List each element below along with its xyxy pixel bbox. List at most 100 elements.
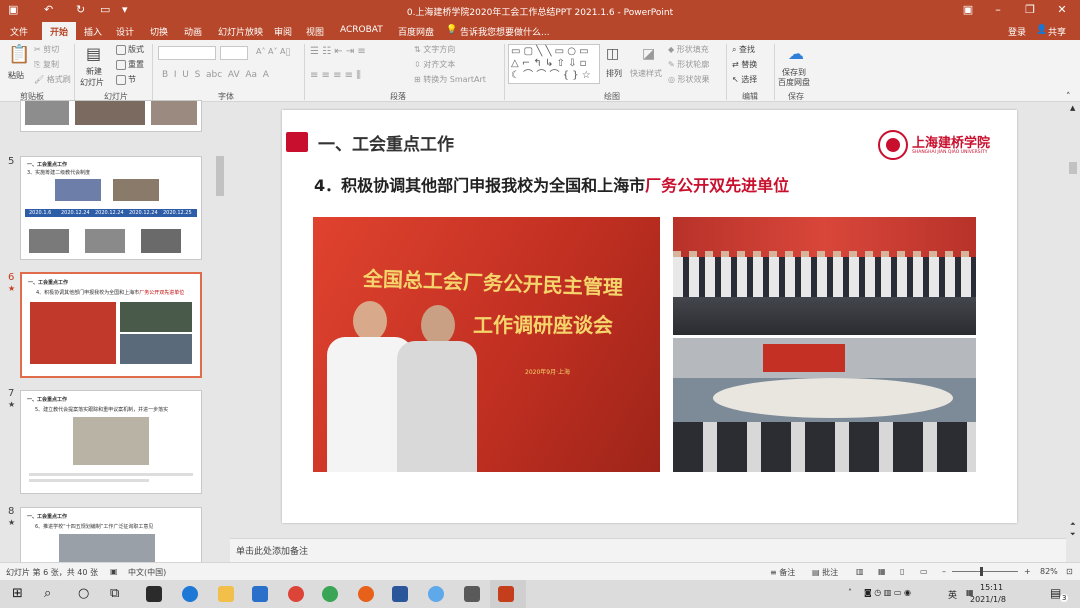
zoom-out-icon[interactable]: –: [942, 567, 946, 576]
baidu-cloud-icon[interactable]: ☁: [788, 44, 804, 63]
font-size-select[interactable]: [220, 46, 248, 60]
mail-icon[interactable]: [252, 586, 268, 602]
windows-start-icon[interactable]: ⊞: [12, 586, 23, 601]
arrange-button[interactable]: 排列: [606, 68, 622, 79]
next-slide-icon[interactable]: ⏷: [1070, 530, 1076, 539]
ime-indicator[interactable]: 英: [948, 588, 957, 601]
copy-button[interactable]: ⎘ 复制: [34, 59, 59, 70]
shapes-gallery[interactable]: ▭ ▢ ╲ ╲ ▭ ○ ▭ △ ⌐ ↰ ↳ ⇧ ⇩ ▫ ☾ ⌒ ⌒ ⌒ { } ☆: [508, 44, 600, 84]
prev-slide-icon[interactable]: ⏶: [1070, 520, 1076, 529]
slide-thumbnail-5[interactable]: 一、工会重点工作 3、实施筹建二级教代会制度 2020.1.6 2020.12.…: [20, 156, 202, 260]
slide-scrollbar[interactable]: ▲ ⏶ ⏷: [1066, 102, 1080, 562]
zoom-level[interactable]: 82%: [1040, 567, 1058, 576]
paste-button[interactable]: 粘贴: [8, 70, 24, 81]
slide-heading[interactable]: 一、工会重点工作: [318, 130, 454, 155]
tab-view[interactable]: 视图: [306, 25, 324, 38]
app-icon[interactable]: [358, 586, 374, 602]
section-button[interactable]: 节: [116, 74, 136, 85]
scrollbar-thumb[interactable]: [216, 156, 224, 196]
shape-outline-button[interactable]: ✎ 形状轮廓: [668, 59, 709, 70]
replace-button[interactable]: ⇄ 替换: [732, 59, 757, 70]
tray-chevron-icon[interactable]: ˄: [848, 588, 852, 597]
tab-file[interactable]: 文件: [10, 25, 28, 38]
powerpoint-icon[interactable]: [498, 586, 514, 602]
text-direction-button[interactable]: ⇅ 文字方向: [414, 44, 455, 55]
align-text-button[interactable]: ⇳ 对齐文本: [414, 59, 455, 70]
slide-subtitle[interactable]: 4．积极协调其他部门申报我校为全国和上海市厂务公开双先进单位: [314, 172, 789, 196]
slide-thumbnail-4[interactable]: [20, 100, 202, 132]
reading-view-icon[interactable]: ▯: [900, 567, 904, 576]
grow-font-icon[interactable]: A˄ A˅ A⃠: [256, 47, 290, 56]
font-format-buttons[interactable]: B I U S abc AV Aa A: [162, 70, 269, 80]
collapse-ribbon-icon[interactable]: ˄: [1066, 92, 1071, 102]
shape-effects-button[interactable]: ◎ 形状效果: [668, 74, 710, 85]
new-slide-icon[interactable]: ▤: [86, 44, 101, 63]
thumbnail-scrollbar[interactable]: [214, 102, 226, 562]
browser-icon[interactable]: [322, 586, 338, 602]
cut-button[interactable]: ✂ 剪切: [34, 44, 59, 55]
app-icon[interactable]: [464, 586, 480, 602]
tray-icons[interactable]: ◙ ◷ ▥ ▭ ◉: [864, 588, 911, 597]
close-icon[interactable]: ✕: [1050, 3, 1074, 16]
shape-fill-button[interactable]: ◆ 形状填充: [668, 44, 709, 55]
notes-toggle[interactable]: ≡ 备注: [770, 567, 795, 578]
select-button[interactable]: ↖ 选择: [732, 74, 757, 85]
format-painter-button[interactable]: 🖌 格式刷: [34, 74, 71, 85]
font-name-select[interactable]: [158, 46, 216, 60]
list-buttons[interactable]: ☰ ☷ ⇤ ⇥ ≡: [310, 46, 366, 57]
baidu-netdisk-icon[interactable]: [428, 586, 444, 602]
meeting-photo-left[interactable]: 全国总工会厂务公开民主管理 工作调研座谈会 2020年9月·上海: [313, 217, 660, 472]
minimize-icon[interactable]: –: [986, 3, 1010, 16]
share-button[interactable]: 共享: [1048, 25, 1066, 38]
zoom-slider-handle[interactable]: [980, 567, 983, 576]
zoom-in-icon[interactable]: +: [1024, 567, 1031, 576]
current-slide[interactable]: 一、工会重点工作 上海建桥学院 SHANGHAI JIAN QIAO UNIVE…: [282, 110, 1017, 523]
spellcheck-icon[interactable]: ▣: [110, 567, 118, 576]
group-photo[interactable]: [673, 217, 976, 335]
cortana-icon[interactable]: ○: [78, 586, 89, 601]
search-icon[interactable]: ⌕: [44, 586, 51, 601]
tab-transitions[interactable]: 切换: [150, 25, 168, 38]
tab-baidu[interactable]: 百度网盘: [398, 25, 434, 38]
tab-insert[interactable]: 插入: [84, 25, 102, 38]
chrome-icon[interactable]: [288, 586, 304, 602]
tab-animations[interactable]: 动画: [184, 25, 202, 38]
tab-review[interactable]: 审阅: [274, 25, 292, 38]
edge-icon[interactable]: [182, 586, 198, 602]
scroll-up-icon[interactable]: ▲: [1070, 104, 1075, 112]
paste-icon[interactable]: 📋: [8, 44, 30, 65]
task-view-icon[interactable]: ⧉: [110, 586, 119, 601]
fit-slide-icon[interactable]: ⊡: [1066, 567, 1073, 576]
restore-icon[interactable]: ❐: [1018, 3, 1042, 16]
slide-sorter-icon[interactable]: ▦: [878, 567, 886, 576]
arrange-icon[interactable]: ◫: [606, 46, 619, 62]
comments-toggle[interactable]: ▤ 批注: [812, 567, 838, 578]
normal-view-icon[interactable]: ▥: [856, 567, 864, 576]
file-explorer-icon[interactable]: [218, 586, 234, 602]
conference-photo[interactable]: [673, 338, 976, 472]
language-indicator[interactable]: 中文(中国): [128, 567, 166, 578]
tell-me-input[interactable]: 告诉我您想要做什么...: [460, 25, 550, 38]
slide-thumbnail-6[interactable]: 一、工会重点工作 4、积极协调其他部门申报我校为全国和上海市厂务公开双先进单位: [20, 272, 202, 378]
tab-home[interactable]: 开始: [42, 22, 77, 40]
quick-styles-button[interactable]: 快速样式: [630, 68, 662, 79]
notes-placeholder[interactable]: 单击此处添加备注: [236, 544, 308, 557]
quick-styles-icon[interactable]: ◪: [642, 46, 655, 62]
clock-date[interactable]: 2021/1/8: [970, 595, 1006, 604]
reset-button[interactable]: 重置: [116, 59, 144, 70]
smartart-button[interactable]: ⊞ 转换为 SmartArt: [414, 74, 486, 85]
slide-thumbnail-panel[interactable]: 5 一、工会重点工作 3、实施筹建二级教代会制度 2020.1.6 2020.1…: [0, 100, 230, 567]
find-button[interactable]: ⌕ 查找: [732, 44, 755, 55]
tab-acrobat[interactable]: ACROBAT: [340, 25, 383, 35]
clock-time[interactable]: 15:11: [980, 583, 1003, 592]
slide-thumbnail-8[interactable]: 一、工会重点工作 6、推进学校“十四五规划编制”工作广泛征询职工意见: [20, 507, 202, 567]
tab-slideshow[interactable]: 幻灯片放映: [218, 25, 263, 38]
zoom-slider[interactable]: [952, 571, 1018, 572]
notes-pane[interactable]: 单击此处添加备注: [230, 538, 1066, 562]
slide-thumbnail-7[interactable]: 一、工会重点工作 5、建立教代会提案落实跟踪和重申议案机制，并进一步落实: [20, 390, 202, 494]
ribbon-display-icon[interactable]: ▣: [956, 3, 980, 16]
login-link[interactable]: 登录: [1008, 25, 1026, 38]
new-slide-button[interactable]: 新建: [86, 66, 102, 77]
word-icon[interactable]: [392, 586, 408, 602]
scrollbar-thumb[interactable]: [1069, 162, 1077, 174]
